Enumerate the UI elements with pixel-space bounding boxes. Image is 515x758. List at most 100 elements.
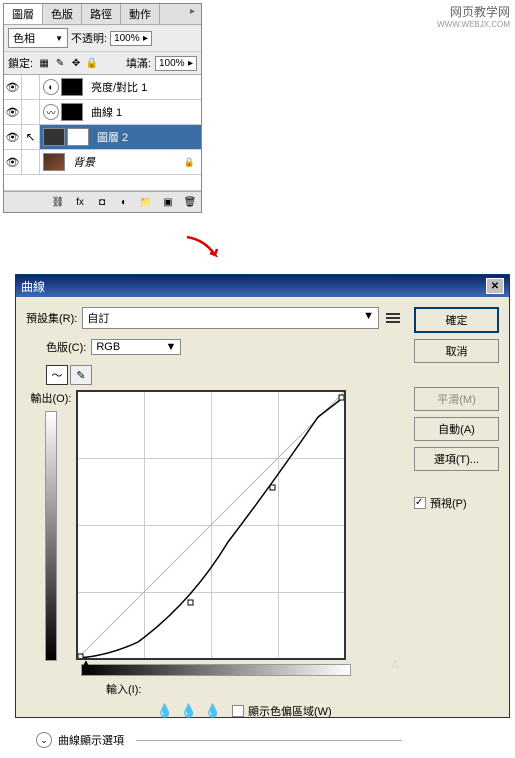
panel-menu-icon[interactable]: ▸ bbox=[184, 4, 201, 24]
empty-row bbox=[4, 175, 201, 191]
lock-pixels-icon[interactable]: ✎ bbox=[53, 56, 67, 70]
curve-svg bbox=[78, 392, 344, 658]
auto-button[interactable]: 自動(A) bbox=[414, 417, 499, 441]
cursor-icon: ↖ bbox=[25, 130, 35, 144]
white-eyedropper[interactable]: 💧 bbox=[204, 702, 222, 720]
curve-tools: 〜 ✎ bbox=[46, 365, 92, 385]
preset-row: 預設集(R): 自訂 ▼ bbox=[26, 307, 402, 329]
layer-row[interactable]: 👁 〰 曲線 1 bbox=[4, 100, 201, 125]
ok-button[interactable]: 確定 bbox=[414, 307, 499, 333]
blend-mode-value: 色相 bbox=[13, 30, 35, 46]
tab-paths[interactable]: 路徑 bbox=[82, 4, 121, 24]
expand-arrow-icon[interactable]: ⌄ bbox=[36, 732, 52, 748]
preview-wrap[interactable]: 預視(P) bbox=[414, 495, 499, 511]
input-gradient bbox=[81, 664, 351, 676]
mask-thumb[interactable] bbox=[61, 78, 83, 96]
link-layers-icon[interactable]: ⛓ bbox=[51, 195, 65, 209]
layer-thumb[interactable] bbox=[43, 128, 65, 146]
layer-name[interactable]: 曲線 1 bbox=[86, 104, 127, 120]
smooth-button[interactable]: 平滑(M) bbox=[414, 387, 499, 411]
cancel-button[interactable]: 取消 bbox=[414, 339, 499, 363]
lock-transparency-icon[interactable]: ▦ bbox=[37, 56, 51, 70]
input-axis-row bbox=[81, 664, 402, 676]
link-col[interactable]: ↖ bbox=[22, 125, 40, 149]
visibility-toggle[interactable]: 👁 bbox=[4, 100, 22, 124]
curves-right-pane: 確定 取消 平滑(M) 自動(A) 選項(T)... 預視(P) bbox=[414, 307, 499, 748]
eyedroppers: 💧 💧 💧 bbox=[156, 702, 222, 720]
red-arrow-icon bbox=[185, 235, 225, 265]
point-curve-tool[interactable]: 〜 bbox=[46, 365, 68, 385]
curve-point[interactable] bbox=[270, 485, 275, 490]
black-point-slider[interactable]: ▲ bbox=[81, 658, 91, 669]
delete-layer-icon[interactable]: 🗑 bbox=[183, 195, 197, 209]
mask-thumb[interactable] bbox=[67, 128, 89, 146]
new-group-icon[interactable]: 📁 bbox=[139, 195, 153, 209]
display-options-row[interactable]: ⌄ 曲線顯示選項 bbox=[36, 732, 402, 748]
blend-mode-select[interactable]: 色相 ▼ bbox=[8, 28, 68, 48]
fill-label: 填滿: bbox=[126, 55, 151, 71]
link-col[interactable] bbox=[22, 75, 40, 99]
blend-opacity-row: 色相 ▼ 不透明: 100% ▸ bbox=[4, 25, 201, 52]
show-clipping-wrap[interactable]: 顯示色偏區域(W) bbox=[232, 703, 332, 719]
lock-label: 鎖定: bbox=[8, 55, 33, 71]
dialog-title-bar[interactable]: 曲線 ✕ bbox=[16, 275, 509, 297]
layer-name[interactable]: 圖層 2 bbox=[92, 129, 133, 145]
dialog-body: 預設集(R): 自訂 ▼ 色版(C): RGB ▼ 〜 ✎ bbox=[16, 297, 509, 758]
watermark: 网页教学网 WWW.WEBJX.COM bbox=[437, 3, 510, 29]
lock-fill-row: 鎖定: ▦ ✎ ✥ 🔒 填滿: 100% ▸ bbox=[4, 52, 201, 75]
layer-row[interactable]: 👁 ◐ 亮度/對比 1 bbox=[4, 75, 201, 100]
layer-row[interactable]: 👁 ↖ 圖層 2 bbox=[4, 125, 201, 150]
tone-curve[interactable] bbox=[78, 397, 344, 658]
lock-indicator-icon: 🔒 bbox=[184, 157, 201, 168]
white-point-slider[interactable]: △ bbox=[391, 658, 399, 669]
eyedropper-row: 💧 💧 💧 顯示色偏區域(W) bbox=[156, 702, 402, 720]
pencil-curve-tool[interactable]: ✎ bbox=[70, 365, 92, 385]
options-button[interactable]: 選項(T)... bbox=[414, 447, 499, 471]
tab-layers[interactable]: 圖層 bbox=[4, 4, 43, 24]
lock-all-icon[interactable]: 🔒 bbox=[85, 56, 99, 70]
visibility-toggle[interactable]: 👁 bbox=[4, 75, 22, 99]
layer-row[interactable]: 👁 背景 🔒 bbox=[4, 150, 201, 175]
show-clipping-label: 顯示色偏區域(W) bbox=[248, 703, 332, 719]
curve-point[interactable] bbox=[339, 395, 344, 400]
channel-select[interactable]: RGB ▼ bbox=[91, 339, 181, 355]
tab-actions[interactable]: 動作 bbox=[121, 4, 160, 24]
mask-thumb[interactable] bbox=[61, 103, 83, 121]
link-col[interactable] bbox=[22, 150, 40, 174]
watermark-line2: WWW.WEBJX.COM bbox=[437, 20, 510, 29]
layer-name[interactable]: 亮度/對比 1 bbox=[86, 79, 152, 95]
dropdown-arrow-icon: ▼ bbox=[165, 341, 176, 353]
close-button[interactable]: ✕ bbox=[486, 278, 504, 294]
visibility-toggle[interactable]: 👁 bbox=[4, 125, 22, 149]
black-eyedropper[interactable]: 💧 bbox=[156, 702, 174, 720]
opacity-input[interactable]: 100% ▸ bbox=[110, 31, 152, 46]
baseline-curve bbox=[78, 392, 344, 658]
divider bbox=[136, 740, 402, 741]
layers-bottom-bar: ⛓ fx ◘ ◐ 📁 ▣ 🗑 bbox=[4, 191, 201, 212]
preview-label: 預視(P) bbox=[430, 495, 467, 511]
preset-select[interactable]: 自訂 ▼ bbox=[82, 307, 379, 329]
channel-value: RGB bbox=[96, 341, 120, 353]
tab-channels[interactable]: 色版 bbox=[43, 4, 82, 24]
fill-input[interactable]: 100% ▸ bbox=[155, 56, 197, 71]
curve-point[interactable] bbox=[188, 600, 193, 605]
preset-menu-icon[interactable] bbox=[384, 310, 402, 326]
layer-name[interactable]: 背景 bbox=[68, 154, 100, 170]
link-col[interactable] bbox=[22, 100, 40, 124]
dropdown-arrow-icon: ▼ bbox=[363, 310, 374, 326]
dropdown-arrow-icon: ▼ bbox=[55, 34, 63, 43]
lock-icons: ▦ ✎ ✥ 🔒 bbox=[37, 56, 99, 70]
layer-thumb[interactable] bbox=[43, 153, 65, 171]
visibility-toggle[interactable]: 👁 bbox=[4, 150, 22, 174]
new-layer-icon[interactable]: ▣ bbox=[161, 195, 175, 209]
new-adjustment-icon[interactable]: ◐ bbox=[117, 195, 131, 209]
curves-icon: 〰 bbox=[43, 104, 59, 120]
gray-eyedropper[interactable]: 💧 bbox=[180, 702, 198, 720]
fx-icon[interactable]: fx bbox=[73, 195, 87, 209]
lock-position-icon[interactable]: ✥ bbox=[69, 56, 83, 70]
curve-graph[interactable] bbox=[76, 390, 346, 660]
add-mask-icon[interactable]: ◘ bbox=[95, 195, 109, 209]
show-clipping-checkbox[interactable] bbox=[232, 705, 244, 717]
input-label: 輸入(I): bbox=[106, 681, 402, 697]
preview-checkbox[interactable] bbox=[414, 497, 426, 509]
